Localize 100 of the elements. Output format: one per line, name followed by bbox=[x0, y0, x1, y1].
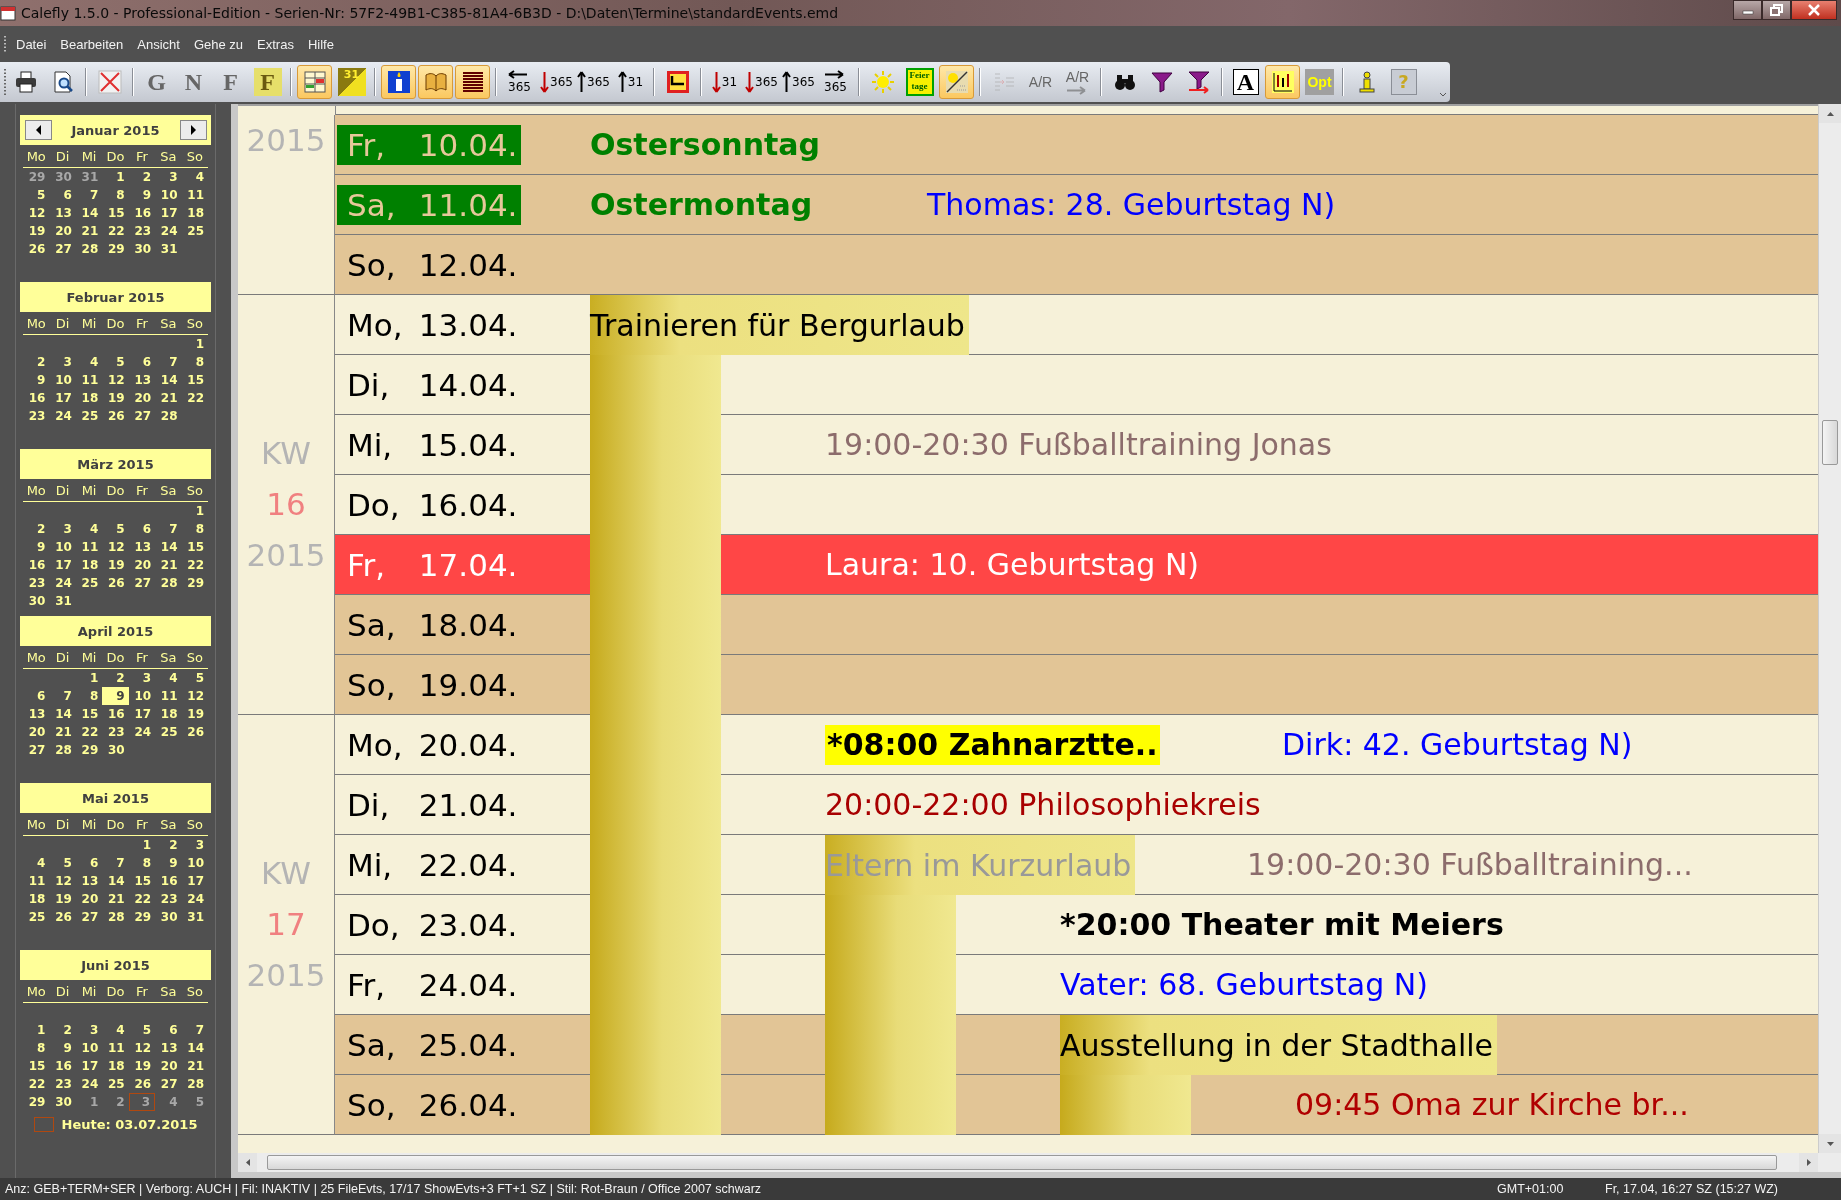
calendar-day[interactable]: 25 bbox=[75, 407, 103, 425]
calendar-day[interactable]: 6 bbox=[75, 854, 103, 872]
calendar-day[interactable]: 31 bbox=[49, 592, 76, 610]
calendar-day[interactable]: 11 bbox=[75, 371, 103, 389]
calendar-day[interactable]: 27 bbox=[128, 574, 156, 592]
scroll-up-button[interactable] bbox=[1819, 104, 1841, 123]
date-label[interactable]: Mi, 22.04. bbox=[337, 844, 522, 885]
calendar-day[interactable]: 14 bbox=[181, 1039, 208, 1057]
calendar-day[interactable]: 17 bbox=[181, 872, 208, 890]
calendar-day[interactable]: 3 bbox=[181, 836, 208, 854]
event-text[interactable]: Vater: 68. Geburtstag N) bbox=[1060, 966, 1428, 1002]
calendar-day[interactable]: 3 bbox=[155, 168, 182, 186]
toolbar-button[interactable]: 31 bbox=[613, 65, 648, 99]
calendar-day[interactable]: 1 bbox=[102, 168, 129, 186]
calendar-day[interactable]: 4 bbox=[75, 520, 103, 538]
calendar-day[interactable]: 4 bbox=[102, 1021, 129, 1039]
calendar-day[interactable]: 21 bbox=[155, 389, 182, 407]
calendar-day[interactable]: 8 bbox=[181, 520, 208, 538]
calendar-day[interactable]: 22 bbox=[23, 1075, 50, 1093]
scrollbar-thumb[interactable] bbox=[267, 1155, 1777, 1170]
calendar-day[interactable]: 17 bbox=[49, 556, 76, 574]
calendar-day[interactable]: 7 bbox=[155, 520, 182, 538]
calendar-day[interactable]: 10 bbox=[128, 687, 156, 705]
calendar-day[interactable]: 22 bbox=[128, 890, 156, 908]
calendar-day[interactable]: 19 bbox=[102, 389, 129, 407]
calendar-day[interactable]: 14 bbox=[155, 371, 182, 389]
calendar-day[interactable]: 4 bbox=[75, 353, 103, 371]
calendar-day[interactable]: 11 bbox=[181, 186, 208, 204]
calendar-day[interactable]: 2 bbox=[128, 168, 156, 186]
calendar-day[interactable]: 8 bbox=[128, 854, 156, 872]
calendar-day[interactable]: 28 bbox=[75, 240, 103, 258]
calendar-day[interactable]: 23 bbox=[128, 222, 156, 240]
calendar-day[interactable]: 24 bbox=[155, 222, 182, 240]
calendar-day[interactable]: 4 bbox=[181, 168, 208, 186]
calendar-day[interactable]: 1 bbox=[181, 335, 208, 353]
calendar-day[interactable]: 10 bbox=[49, 538, 76, 556]
date-label[interactable]: Fr, 24.04. bbox=[337, 964, 522, 1005]
calendar-day[interactable]: 8 bbox=[181, 353, 208, 371]
calendar-day[interactable]: 18 bbox=[75, 556, 103, 574]
previous-month-button[interactable] bbox=[24, 120, 52, 140]
calendar-day[interactable]: 23 bbox=[49, 1075, 76, 1093]
calendar-day[interactable]: 26 bbox=[128, 1075, 156, 1093]
calendar-day[interactable]: 30 bbox=[155, 908, 182, 926]
calendar-day[interactable]: 16 bbox=[128, 204, 156, 222]
calendar-day[interactable]: 7 bbox=[75, 186, 103, 204]
event-text[interactable]: *08:00 Zahnarztte.. bbox=[827, 726, 1158, 762]
event-text[interactable]: 19:00-20:30 Fußballtraining... bbox=[1247, 846, 1693, 882]
toolbar-button[interactable]: 365 bbox=[576, 65, 611, 99]
calendar-day[interactable]: 5 bbox=[102, 353, 129, 371]
calendar-day[interactable]: 6 bbox=[128, 520, 156, 538]
calendar-day[interactable]: 26 bbox=[102, 574, 129, 592]
calendar-day[interactable]: 25 bbox=[75, 574, 103, 592]
today-label[interactable]: Heute: 03.07.2015 bbox=[61, 1117, 198, 1132]
calendar-day[interactable]: 21 bbox=[75, 222, 103, 240]
calendar-day[interactable]: 24 bbox=[128, 723, 156, 741]
date-label[interactable]: So, 26.04. bbox=[337, 1084, 522, 1125]
calendar-day[interactable]: 24 bbox=[75, 1075, 103, 1093]
calendar-day[interactable]: 27 bbox=[23, 741, 50, 759]
calendar-day[interactable]: 30 bbox=[49, 1093, 76, 1111]
calendar-day[interactable]: 6 bbox=[155, 1021, 182, 1039]
calendar-day[interactable]: 20 bbox=[155, 1057, 182, 1075]
calendar-day[interactable]: 27 bbox=[49, 240, 76, 258]
date-label[interactable]: Di, 14.04. bbox=[337, 364, 522, 405]
calendar-day[interactable]: 1 bbox=[75, 669, 103, 687]
event-text[interactable]: 19:00-20:30 Fußballtraining Jonas bbox=[825, 426, 1332, 462]
calendar-day[interactable]: 8 bbox=[23, 1039, 50, 1057]
calendar-day[interactable]: 26 bbox=[102, 407, 129, 425]
calendar-day[interactable]: 7 bbox=[49, 687, 76, 705]
calendar-day[interactable]: 31 bbox=[155, 240, 182, 258]
calendar-day[interactable]: 19 bbox=[128, 1057, 156, 1075]
minimize-button[interactable] bbox=[1733, 0, 1762, 20]
calendar-day[interactable]: 29 bbox=[181, 574, 208, 592]
calendar-day[interactable]: 6 bbox=[49, 186, 76, 204]
calendar-day[interactable]: 5 bbox=[128, 1021, 156, 1039]
calendar-day[interactable]: 30 bbox=[128, 240, 156, 258]
calendar-day[interactable]: 23 bbox=[23, 574, 50, 592]
calendar-day[interactable]: 25 bbox=[155, 723, 182, 741]
calendar-day[interactable]: 28 bbox=[49, 741, 76, 759]
calendar-day[interactable]: 7 bbox=[181, 1021, 208, 1039]
date-label[interactable]: Mo, 13.04. bbox=[337, 304, 522, 345]
date-label[interactable]: Do, 16.04. bbox=[337, 484, 522, 525]
calendar-day[interactable]: 20 bbox=[75, 890, 103, 908]
calendar-day[interactable]: 29 bbox=[23, 1093, 50, 1111]
calendar-day[interactable]: 5 bbox=[23, 186, 50, 204]
calendar-day[interactable]: 9 bbox=[49, 1039, 76, 1057]
calendar-day[interactable]: 13 bbox=[23, 705, 50, 723]
toolbar-button[interactable]: 31 bbox=[707, 65, 742, 99]
calendar-day[interactable]: 3 bbox=[49, 353, 76, 371]
calendar-day[interactable]: 9 bbox=[155, 854, 182, 872]
calendar-day[interactable]: 29 bbox=[75, 741, 103, 759]
calendar-day[interactable]: 16 bbox=[155, 872, 182, 890]
calendar-day[interactable]: 18 bbox=[75, 389, 103, 407]
calendar-day[interactable]: 6 bbox=[128, 353, 156, 371]
maximize-button[interactable] bbox=[1762, 0, 1791, 20]
calendar-day[interactable]: 7 bbox=[155, 353, 182, 371]
calendar-day[interactable]: 10 bbox=[181, 854, 208, 872]
calendar-day[interactable]: 2 bbox=[102, 669, 129, 687]
calendar-day[interactable]: 18 bbox=[23, 890, 50, 908]
calendar-day[interactable]: 26 bbox=[23, 240, 50, 258]
calendar-day[interactable]: 15 bbox=[181, 371, 208, 389]
